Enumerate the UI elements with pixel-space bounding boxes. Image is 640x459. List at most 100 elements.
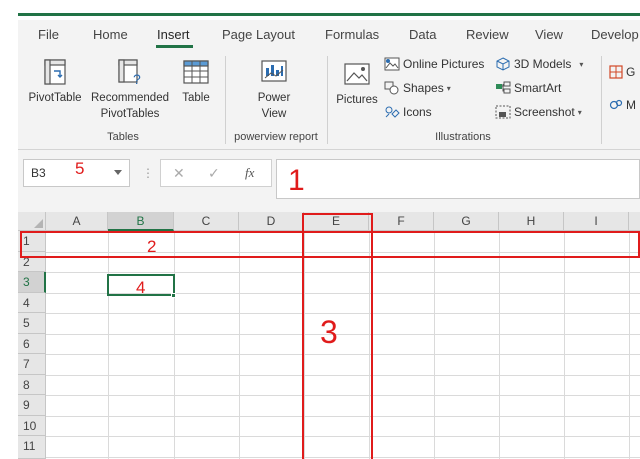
gridline — [239, 231, 240, 459]
row-header-7[interactable]: 7 — [18, 354, 46, 375]
annotation-label-column: 3 — [320, 314, 338, 350]
table-label: Table — [182, 92, 210, 104]
recommended-label-2: PivotTables — [100, 108, 160, 120]
illustrations-group-label: Illustrations — [435, 131, 491, 143]
gridline — [499, 231, 500, 459]
gridline — [434, 231, 435, 459]
icons-button[interactable]: Icons — [384, 105, 432, 119]
fill-handle[interactable] — [171, 293, 176, 298]
column-header-b[interactable]: B — [108, 212, 174, 231]
icons-icon — [385, 106, 400, 118]
shapes-dropdown-icon: ▾ — [446, 83, 451, 93]
title-accent-line — [18, 13, 640, 16]
row-header-5[interactable]: 5 — [18, 313, 46, 334]
column-header-a[interactable]: A — [46, 212, 108, 231]
gridline — [108, 231, 109, 459]
smartart-label: SmartArt — [514, 81, 562, 95]
column-header-c[interactable]: C — [174, 212, 239, 231]
tab-developer[interactable]: Develop — [591, 27, 639, 42]
formula-bar-area: B3 ⋮ ✕ ✓ fx — [18, 150, 640, 212]
3d-models-dropdown-icon: ▾ — [579, 59, 584, 69]
tab-view[interactable]: View — [535, 27, 563, 42]
get-add-ins-label: G — [626, 65, 636, 79]
shapes-label: Shapes — [403, 81, 444, 95]
gridline — [564, 231, 565, 459]
power-view-label-2: View — [261, 108, 287, 120]
my-add-ins-icon — [609, 99, 623, 110]
annotation-label-formula-bar: 1 — [288, 164, 305, 197]
gridline — [174, 231, 175, 459]
insert-function-icon[interactable]: fx — [245, 165, 254, 181]
shapes-icon — [384, 81, 399, 95]
screenshot-button[interactable]: Screenshot ▾ — [495, 105, 582, 119]
row-header-3[interactable]: 3 — [18, 272, 46, 293]
tab-formulas[interactable]: Formulas — [325, 27, 379, 42]
ribbon-separator — [327, 56, 328, 144]
pictures-button[interactable]: Pictures — [334, 60, 380, 108]
column-header-f[interactable]: F — [369, 212, 434, 231]
row-header-10[interactable]: 10 — [18, 416, 46, 436]
tab-review[interactable]: Review — [466, 27, 509, 42]
name-box-dropdown-icon[interactable] — [114, 170, 122, 175]
recommended-pivottables-button[interactable]: ? Recommended PivotTables — [88, 58, 172, 122]
online-pictures-button[interactable]: Online Pictures — [384, 57, 484, 71]
column-header-d[interactable]: D — [239, 212, 304, 231]
tab-file[interactable]: File — [38, 27, 59, 42]
powerview-group-label: powerview report — [234, 131, 318, 143]
select-all-icon — [34, 219, 43, 228]
tables-group-label: Tables — [107, 131, 139, 143]
column-header-i[interactable]: I — [564, 212, 629, 231]
3d-models-button[interactable]: 3D Models ▾ — [495, 57, 583, 71]
ribbon: PivotTable ? Recommended PivotTables Tab… — [18, 48, 640, 150]
pictures-icon — [344, 63, 370, 85]
smartart-button[interactable]: SmartArt — [495, 81, 561, 95]
menu-tabs: File Home Insert Page Layout Formulas Da… — [18, 20, 640, 48]
annotation-label-active-cell: 4 — [136, 278, 146, 297]
ribbon-separator — [601, 56, 602, 144]
svg-text:?: ? — [133, 71, 141, 86]
annotation-label-name-box: 5 — [75, 159, 85, 178]
get-add-ins-button[interactable]: G — [609, 65, 635, 79]
left-gutter — [0, 0, 18, 459]
icons-label: Icons — [403, 105, 432, 119]
tab-insert[interactable]: Insert — [157, 27, 190, 42]
pivottable-label: PivotTable — [28, 92, 82, 104]
row-header-6[interactable]: 6 — [18, 334, 46, 354]
formula-controls: ✕ ✓ fx — [160, 159, 272, 187]
power-view-button[interactable]: Power View — [246, 58, 302, 122]
tab-data[interactable]: Data — [409, 27, 436, 42]
recommended-pivottables-icon: ? — [118, 59, 141, 86]
online-pictures-icon — [384, 57, 400, 71]
tab-page-layout[interactable]: Page Layout — [222, 27, 295, 42]
screenshot-icon — [495, 105, 511, 119]
add-ins-icon — [609, 65, 623, 79]
shapes-button[interactable]: Shapes ▾ — [384, 81, 451, 95]
column-header-h[interactable]: H — [499, 212, 564, 231]
my-add-ins-label: M — [626, 98, 636, 112]
column-header-partial[interactable] — [629, 212, 640, 231]
pivottable-icon — [44, 59, 66, 85]
power-view-icon — [261, 60, 287, 82]
row-header-4[interactable]: 4 — [18, 293, 46, 313]
tab-home[interactable]: Home — [93, 27, 128, 42]
formula-input[interactable] — [276, 159, 640, 199]
pivottable-button[interactable]: PivotTable — [26, 58, 84, 106]
enter-icon[interactable]: ✓ — [208, 165, 220, 182]
formula-bar-splitter[interactable]: ⋮ — [142, 166, 154, 180]
my-add-ins-button[interactable]: M — [609, 98, 636, 112]
table-button[interactable]: Table — [176, 58, 216, 106]
online-pictures-label: Online Pictures — [403, 57, 485, 71]
select-all-button[interactable] — [18, 212, 46, 231]
recommended-label-1: Recommended — [91, 92, 169, 104]
column-header-g[interactable]: G — [434, 212, 499, 231]
screenshot-dropdown-icon: ▾ — [577, 107, 582, 117]
cancel-icon[interactable]: ✕ — [173, 165, 185, 182]
smartart-icon — [496, 81, 511, 94]
3d-models-icon — [496, 57, 510, 71]
row-header-8[interactable]: 8 — [18, 375, 46, 395]
row-header-9[interactable]: 9 — [18, 395, 46, 416]
row-header-11[interactable]: 11 — [18, 436, 46, 459]
name-box-value: B3 — [31, 166, 46, 180]
annotation-label-row: 2 — [147, 237, 157, 256]
screenshot-label: Screenshot — [514, 105, 575, 119]
